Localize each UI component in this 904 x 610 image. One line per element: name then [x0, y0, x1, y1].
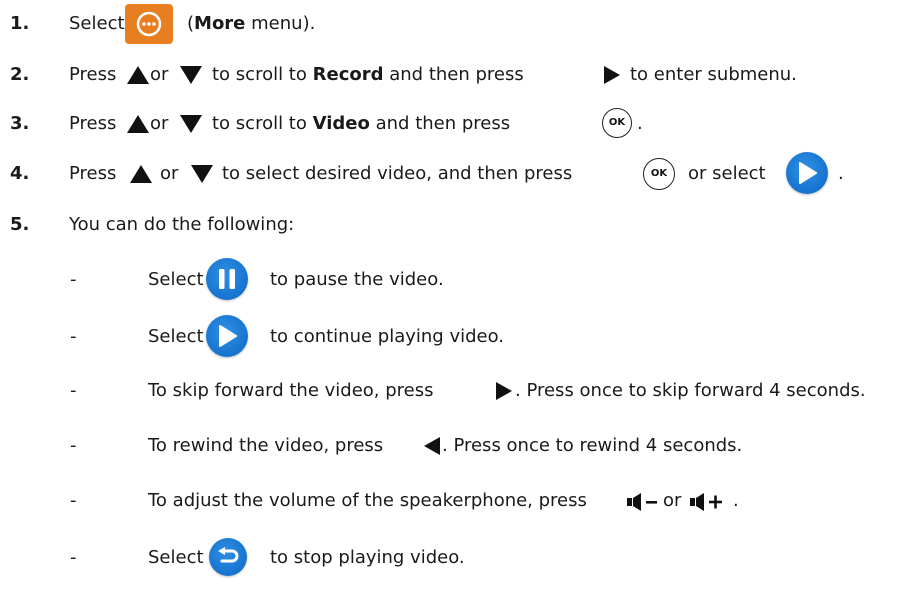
bullet-text: . [733, 490, 739, 511]
bullet-dash: - [70, 490, 77, 511]
bullet-text: Select [148, 547, 204, 568]
step-text: or select [688, 163, 766, 184]
step-text: . [838, 163, 844, 184]
step-text: . [637, 113, 643, 134]
right-arrow-icon [496, 382, 512, 400]
step-number: 5. [10, 214, 30, 235]
step-text: to scroll to Record and then press [212, 64, 524, 85]
down-arrow-icon [191, 165, 213, 183]
bullet-dash: - [70, 326, 77, 347]
step-text: You can do the following: [69, 214, 295, 235]
step-number: 4. [10, 163, 30, 184]
more-label: More [194, 13, 246, 34]
bullet-dash: - [70, 547, 77, 568]
more-menu-icon[interactable] [125, 4, 173, 44]
step-number: 3. [10, 113, 30, 134]
right-arrow-icon [604, 66, 620, 84]
ok-button-icon: OK [643, 158, 675, 190]
step-text: Press [69, 113, 117, 134]
back-icon[interactable] [209, 538, 247, 576]
bullet-text: To rewind the video, press [148, 435, 384, 456]
step-text: Press [69, 163, 117, 184]
play-icon[interactable] [786, 152, 828, 194]
bullet-text: . Press once to skip forward 4 seconds. [515, 380, 866, 401]
bullet-dash: - [70, 269, 77, 290]
bullet-text: to pause the video. [270, 269, 444, 290]
up-arrow-icon [127, 66, 149, 84]
step-text: to scroll to Video and then press [212, 113, 511, 134]
step-number: 2. [10, 64, 30, 85]
bullet-text: To adjust the volume of the speakerphone… [148, 490, 587, 511]
bullet-text: . Press once to rewind 4 seconds. [442, 435, 743, 456]
step-text: to enter submenu. [630, 64, 797, 85]
step-text: Press [69, 64, 117, 85]
step-text: (More menu). [187, 13, 316, 34]
bullet-text: To skip forward the video, press [148, 380, 434, 401]
step-text: Select [69, 13, 125, 34]
pause-icon[interactable] [206, 258, 248, 300]
up-arrow-icon [130, 165, 152, 183]
step-text: to select desired video, and then press [222, 163, 573, 184]
left-arrow-icon [424, 437, 440, 455]
bullet-dash: - [70, 435, 77, 456]
bullet-text: Select [148, 326, 204, 347]
down-arrow-icon [180, 66, 202, 84]
bullet-text: to stop playing video. [270, 547, 465, 568]
step-text: or [150, 113, 169, 134]
ok-button-icon: OK [602, 108, 632, 138]
play-icon[interactable] [206, 315, 248, 357]
step-text: or [150, 64, 169, 85]
bullet-dash: - [70, 380, 77, 401]
step-number: 1. [10, 13, 30, 34]
bullet-text: or [663, 490, 682, 511]
bullet-text: to continue playing video. [270, 326, 505, 347]
up-arrow-icon [127, 115, 149, 133]
volume-up-icon [690, 493, 730, 511]
step-text: or [160, 163, 179, 184]
volume-down-icon [627, 493, 665, 511]
bullet-text: Select [148, 269, 204, 290]
down-arrow-icon [180, 115, 202, 133]
